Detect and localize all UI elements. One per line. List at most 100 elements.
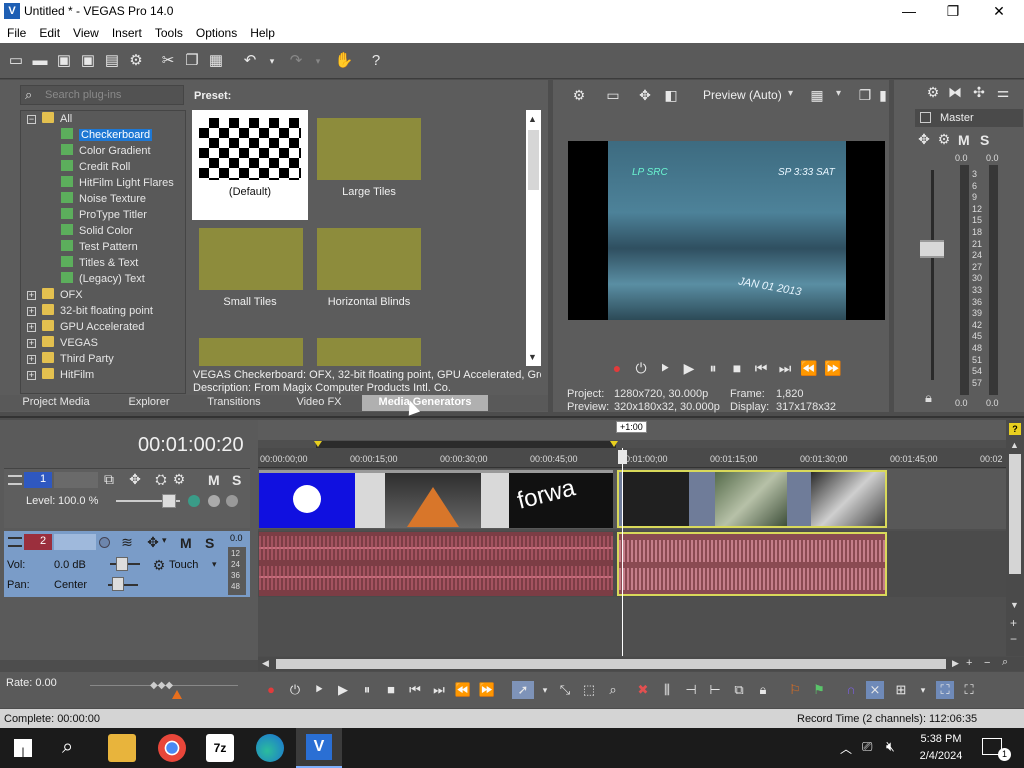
tree-item-color-gradient[interactable]: Color Gradient (61, 144, 151, 160)
chevron-down-icon[interactable]: ▾ (836, 88, 841, 99)
preset-horizontal-blinds[interactable]: Horizontal Blinds (311, 220, 427, 330)
show-hidden-icons-chevron-icon[interactable]: ︿ (840, 740, 852, 757)
tree-folder-gpu[interactable]: + GPU Accelerated (27, 320, 144, 336)
tree-item-solid-color[interactable]: Solid Color (61, 224, 133, 240)
play-from-start-icon[interactable]: ⯈ (310, 681, 328, 699)
minimize-button[interactable]: — (886, 0, 932, 23)
trim-end-icon[interactable]: ⊢ (706, 681, 724, 699)
lock-envelopes-icon[interactable]: ✣ (970, 84, 988, 101)
tab-media-generators[interactable]: Media Generators (362, 395, 488, 411)
save-icon[interactable]: ▣ (54, 51, 74, 71)
arm-for-record-icon[interactable] (99, 537, 110, 548)
stop-icon[interactable]: ■ (728, 360, 746, 376)
master-properties-gear-icon[interactable]: ⚙ (924, 84, 942, 101)
previous-frame-icon[interactable]: ⏪ (454, 681, 472, 699)
track-fx-gear-icon[interactable]: ⚙ (170, 471, 188, 488)
vegas-taskbar-button[interactable]: V (296, 728, 342, 768)
menu-insert[interactable]: Insert (105, 23, 148, 40)
copy-frame-icon[interactable]: ❐ (856, 87, 874, 104)
scroll-up-icon[interactable]: ▲ (528, 114, 537, 124)
mixer-icon[interactable]: ⚌ (994, 84, 1012, 101)
open-icon[interactable]: ▬ (30, 51, 50, 71)
network-icon[interactable]: ⎚ (862, 739, 872, 755)
previous-frame-icon[interactable]: ⏪ (800, 360, 818, 377)
rate-slider-handle[interactable]: ◆◆◆ (150, 680, 173, 691)
paste-icon[interactable]: ▦ (206, 51, 226, 71)
vol-slider-handle[interactable] (116, 557, 128, 571)
tab-video-fx[interactable]: Video FX (282, 395, 356, 411)
track-automation-icon[interactable]: ✥ (144, 534, 162, 551)
track-motion-icon[interactable]: ✥ (126, 471, 144, 488)
tree-item-legacy-text[interactable]: (Legacy) Text (61, 272, 145, 288)
scroll-up-icon[interactable]: ▲ (1010, 440, 1019, 450)
tab-explorer[interactable]: Explorer (108, 395, 190, 411)
play-icon[interactable]: ▶ (680, 360, 698, 377)
master-fx-box-icon[interactable] (920, 112, 931, 123)
track2-mute-button[interactable]: M (180, 535, 192, 551)
track-minimize-icon[interactable] (8, 475, 22, 485)
playhead-cursor[interactable] (622, 448, 623, 656)
tree-folder-vegas[interactable]: + VEGAS (27, 336, 98, 352)
mask-icon[interactable] (226, 495, 238, 507)
video-clip-2[interactable] (617, 470, 887, 528)
tree-item-credit-roll[interactable]: Credit Roll (61, 160, 130, 176)
tab-project-media[interactable]: Project Media (10, 395, 102, 411)
track1-mute-button[interactable]: M (208, 472, 220, 488)
chrome-icon[interactable] (158, 734, 186, 762)
compositing-child-icon[interactable] (208, 495, 220, 507)
lock-envelopes-icon[interactable]: ⛶ (936, 681, 954, 699)
loop-playback-icon[interactable]: ⏻ (286, 681, 304, 699)
auto-crossfade-icon[interactable]: ⨯ (866, 681, 884, 699)
tree-item-checkerboard[interactable]: Checkerboard (61, 128, 153, 144)
plugin-hand-icon[interactable]: ✋ (334, 51, 354, 71)
tree-folder-hitfilm[interactable]: + HitFilm (27, 368, 94, 384)
track2-solo-button[interactable]: S (205, 535, 214, 551)
chevron-down-icon[interactable]: ▾ (788, 88, 793, 99)
overlays-grid-icon[interactable]: ▦ (808, 87, 826, 104)
pause-icon[interactable]: ⏸ (704, 360, 722, 377)
go-to-start-icon[interactable]: ⏮ (406, 681, 424, 699)
play-icon[interactable]: ▶ (334, 681, 352, 699)
scroll-thumb[interactable] (528, 130, 539, 190)
trim-start-icon[interactable]: ⊣ (682, 681, 700, 699)
chevron-down-icon[interactable]: ▾ (212, 559, 217, 570)
splitter[interactable] (0, 416, 1024, 418)
split-screen-icon[interactable]: ✥ (636, 87, 654, 104)
go-to-end-icon[interactable]: ⏭ (430, 681, 448, 699)
selection-tool-icon[interactable]: ⬚ (580, 681, 598, 699)
scroll-thumb[interactable] (1009, 454, 1021, 574)
scroll-thumb[interactable] (276, 659, 946, 669)
master-solo-button[interactable]: S (980, 132, 989, 148)
tree-item-hitfilm-light-flares[interactable]: HitFilm Light Flares (61, 176, 174, 192)
audio-clip-2[interactable] (617, 532, 887, 596)
preset-scrollbar[interactable]: ▲ ▼ (526, 110, 541, 366)
track-header-video[interactable]: 1 ⧉ ✥ ⛭ ⚙ M S Level: 100.0 % (4, 468, 250, 528)
track-minimize-icon[interactable] (8, 537, 22, 547)
menu-file[interactable]: File (0, 23, 32, 40)
tree-item-protype-titler[interactable]: ProType Titler (61, 208, 147, 224)
pause-icon[interactable]: ⏸ (358, 681, 376, 699)
preview-quality-dropdown[interactable]: Preview (Auto) (703, 88, 782, 102)
stop-icon[interactable]: ■ (382, 681, 400, 699)
preset-small-tiles[interactable]: Small Tiles (192, 220, 308, 330)
video-clip-1[interactable]: forwa (259, 470, 613, 528)
audio-clip-1[interactable] (259, 532, 613, 596)
menu-view[interactable]: View (66, 23, 105, 40)
rate-marker-icon[interactable] (172, 690, 182, 699)
windows-start-icon[interactable] (14, 739, 32, 757)
compositing-mode-icon[interactable]: ⧉ (100, 471, 118, 488)
trim-icon[interactable]: ⫼ (658, 681, 676, 699)
insert-region-icon[interactable]: ⚑ (810, 681, 828, 699)
tree-folder-32bit[interactable]: +32-bit floating point (27, 304, 153, 320)
snapping-icon[interactable]: ∩ (842, 681, 860, 699)
preview-properties-gear-icon[interactable]: ⚙ (570, 87, 588, 104)
zoom-out-vertical-icon[interactable]: − (1010, 632, 1017, 646)
next-frame-icon[interactable]: ⏩ (478, 681, 496, 699)
7zip-icon[interactable]: 7z (206, 734, 234, 762)
track-name-field[interactable] (54, 534, 96, 550)
preset-thumbnail[interactable] (199, 338, 303, 366)
invert-phase-icon[interactable]: ≋ (118, 534, 136, 551)
edge-icon[interactable] (256, 734, 284, 762)
scroll-right-icon[interactable]: ▶ (952, 658, 959, 669)
zoom-in-vertical-icon[interactable]: + (1010, 616, 1017, 630)
